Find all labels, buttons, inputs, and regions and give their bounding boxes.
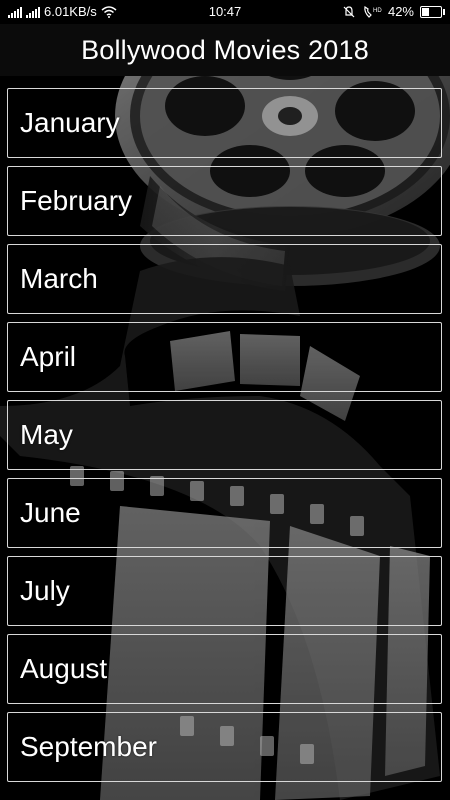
month-label: August bbox=[20, 653, 108, 684]
list-item-february[interactable]: February bbox=[7, 166, 442, 236]
list-item-july[interactable]: July bbox=[7, 556, 442, 626]
battery-percent: 42% bbox=[387, 4, 414, 19]
app-screen: 6.01KB/s 10:47 HD 42% Bollywood Movies 2… bbox=[0, 0, 450, 800]
month-label: July bbox=[20, 575, 70, 606]
list-item-january[interactable]: January bbox=[7, 88, 442, 158]
page-title: Bollywood Movies 2018 bbox=[81, 34, 369, 65]
month-label: April bbox=[20, 341, 77, 372]
month-label: February bbox=[20, 185, 133, 216]
list-item-august[interactable]: August bbox=[7, 634, 442, 704]
month-label: September bbox=[20, 731, 157, 762]
list-item-june[interactable]: June bbox=[7, 478, 442, 548]
month-label: June bbox=[20, 497, 81, 528]
month-label: March bbox=[20, 263, 98, 294]
month-label: May bbox=[20, 419, 73, 450]
list-item-september[interactable]: September bbox=[7, 712, 442, 782]
list-item-may[interactable]: May bbox=[7, 400, 442, 470]
status-right: HD 42% bbox=[342, 4, 445, 19]
month-label: January bbox=[20, 107, 120, 138]
list-item-march[interactable]: March bbox=[7, 244, 442, 314]
battery-icon bbox=[420, 5, 445, 18]
status-bar: 6.01KB/s 10:47 HD 42% bbox=[0, 0, 450, 24]
svg-text:HD: HD bbox=[373, 8, 382, 14]
mute-icon bbox=[343, 5, 355, 17]
list-item-april[interactable]: April bbox=[7, 322, 442, 392]
hd-call-icon: HD bbox=[364, 5, 382, 18]
app-bar: Bollywood Movies 2018 bbox=[0, 24, 450, 76]
